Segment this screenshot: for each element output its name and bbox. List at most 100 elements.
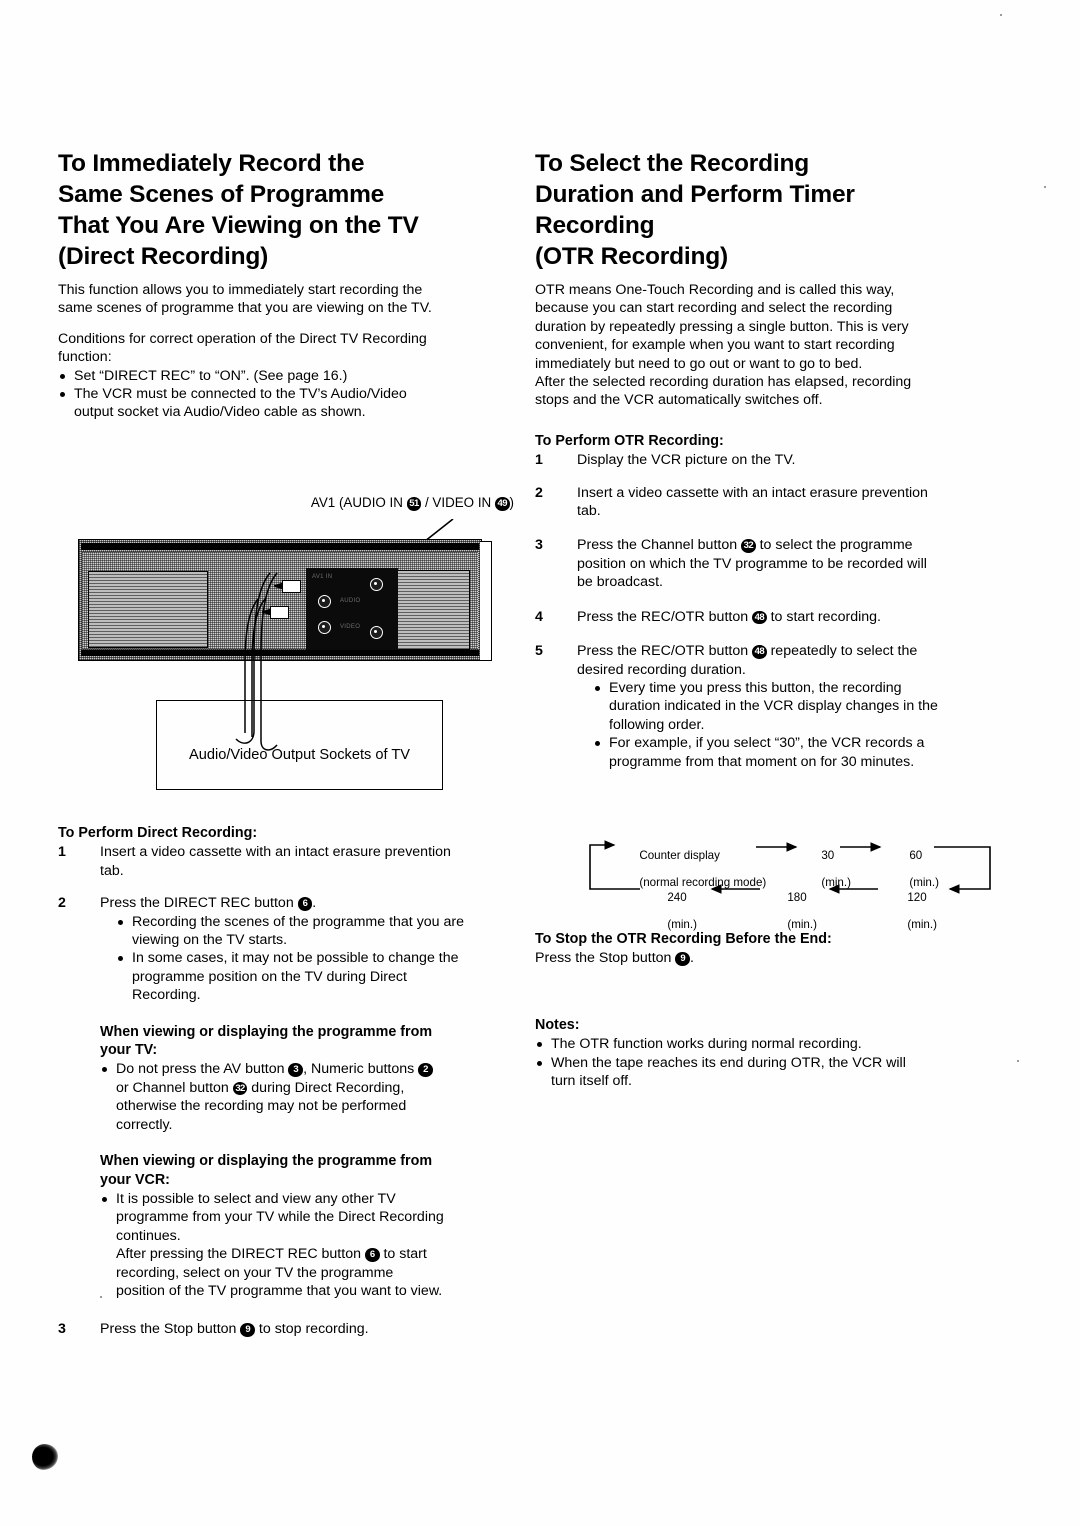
list-item: The OTR function works during normal rec… [535,1035,1007,1053]
title-line: That You Are Viewing on the TV [58,212,419,239]
text-line: When viewing or displaying the programme… [100,1153,433,1170]
list-item: Every time you press this button, the re… [593,679,1007,734]
right-intro-paragraph: OTR means One-Touch Recording and is cal… [535,281,1007,410]
step-number: 3 [535,537,543,554]
text-line: programme from your TV while the Direct … [116,1209,444,1226]
vcr-subsection: When viewing or displaying the programme… [58,1152,518,1300]
step-text-prefix: Press the Channel button [577,537,742,554]
text-line: convenient, for example when you want to… [535,337,895,354]
title-line: (OTR Recording) [535,243,728,270]
text-line: turn itself off. [551,1073,632,1090]
text-line: correctly. [116,1116,173,1133]
procedure-heading: To Perform Direct Recording: [58,825,258,841]
step-number: 2 [58,895,66,912]
reference-number-48: 48 [752,610,767,625]
step-text-prefix: Press the REC/OTR button [577,608,753,625]
text-line: Display the VCR picture on the TV. [577,452,796,469]
node-line-1: 180 [787,891,807,905]
tv-output-sockets-label: Audio/Video Output Sockets of TV [189,747,410,763]
scan-speck [1000,14,1002,16]
text-line: output socket via Audio/Video cable as s… [74,404,366,421]
connection-diagram: AV1 (AUDIO IN 51 / VIDEO IN 49) AV1 IN A… [58,495,520,800]
text-line: When viewing or displaying the programme… [100,1023,433,1040]
text-line: be broadcast. [577,574,663,591]
step-text-prefix: Press the Stop button [100,1321,241,1338]
text-line: duration indicated in the VCR display ch… [609,698,938,715]
notes-list: The OTR function works during normal rec… [535,1035,1007,1090]
node-line-1: 240 [667,891,687,905]
list-item: In some cases, it may not be possible to… [116,949,518,1004]
otr-step-4: 4 Press the REC/OTR button 48 to start r… [535,608,1007,626]
vcr-subsection-heading: When viewing or displaying the programme… [100,1152,518,1189]
step-text-prefix: Press the DIRECT REC button [100,895,298,912]
step-number: 4 [535,608,543,625]
steps-list: 1 Insert a video cassette with an intact… [58,843,518,1004]
node-line-2: (min.) [821,876,851,890]
text-line: continues. [116,1227,181,1244]
left-section-title: To Immediately Record the Same Scenes of… [58,148,518,272]
node-line-1: Counter display [639,849,720,863]
bullet-text-pre: or Channel button [116,1079,233,1096]
scan-speck [1017,1060,1019,1062]
text-line: Insert a video cassette with an intact e… [100,844,451,861]
tv-subsection-heading: When viewing or displaying the programme… [100,1023,518,1060]
node-line-1: 60 [909,849,923,863]
step-3: 3 Press the Stop button 9 to stop record… [58,1320,518,1338]
step-number: 2 [535,484,543,501]
otr-step-5-bullets: Every time you press this button, the re… [577,679,1007,771]
bullet-text-seg2: , Numeric buttons [303,1061,419,1078]
stop-text-prefix: Press the Stop button [535,950,676,967]
step-text-prefix: Press the REC/OTR button [577,643,753,660]
text-line: desired recording duration. [577,661,746,678]
step-text-suffix: to stop recording. [254,1321,369,1338]
step-text-suffix: . [312,895,317,912]
text-line: It is possible to select and view any ot… [116,1190,396,1207]
text-line: following order. [609,716,705,733]
step-number: 5 [535,643,543,660]
step-text-suffix: to select the programme [755,537,913,554]
text-line: position on which the TV programme to be… [577,555,927,572]
title-line: Same Scenes of Programme [58,181,385,208]
stop-otr-instruction: Press the Stop button 9. [535,949,1007,967]
right-section-title: To Select the Recording Duration and Per… [535,148,1007,272]
tv-subsection-bullets: Do not press the AV button 3, Numeric bu… [100,1060,518,1134]
text-line: This function allows you to immediately … [58,282,423,298]
text-line: programme from that moment on for 30 min… [609,753,915,770]
list-item: Do not press the AV button 3, Numeric bu… [100,1060,518,1134]
bullet-text-post: during Direct Recording, [247,1079,405,1096]
list-item: When the tape reaches its end during OTR… [535,1054,1007,1091]
title-line: Recording [535,212,655,239]
scan-ink-blot [32,1444,58,1470]
list-item: Recording the scenes of the programme th… [116,913,518,950]
text-line: tab. [577,503,601,520]
text-line: programme position on the TV during Dire… [132,968,407,985]
text-line: Set “DIRECT REC” to “ON”. (See page 16.) [74,367,348,384]
otr-procedure-heading: To Perform OTR Recording: [535,432,724,449]
node-line-1: 30 [821,849,835,863]
conditions-paragraph: Conditions for correct operation of the … [58,330,518,367]
title-line: (Direct Recording) [58,243,269,270]
bullet-text-pre: After pressing the DIRECT REC button [116,1246,365,1263]
list-item: Set “DIRECT REC” to “ON”. (See page 16.) [58,367,518,385]
otr-step-5: 5 Press the REC/OTR button 48 repeatedly… [535,642,1007,771]
text-line: In some cases, it may not be possible to… [132,950,459,967]
otr-steps-list: 1 Display the VCR picture on the TV. 2 I… [535,451,1007,771]
text-line: because you can start recording and sele… [535,300,893,317]
bullet-text-seg1: Do not press the AV button [116,1061,289,1078]
text-line: position of the TV programme that you wa… [116,1282,443,1299]
text-line: When the tape reaches its end during OTR… [551,1054,906,1071]
text-line: same scenes of programme that you are vi… [58,300,432,317]
reference-number-48: 48 [752,645,767,659]
bullet-text-post: to start [379,1246,427,1263]
tv-subsection: When viewing or displaying the programme… [58,1023,518,1134]
otr-step-1: 1 Display the VCR picture on the TV. [535,451,1007,469]
left-intro-paragraph: This function allows you to immediately … [58,281,518,318]
step-number: 1 [535,452,543,469]
step-1: 1 Insert a video cassette with an intact… [58,843,518,880]
text-line: immediately but need to go out or want t… [535,355,863,372]
text-line: tab. [100,862,124,879]
otr-duration-cycle-diagram: Counter display (normal recording mode) … [578,833,1004,931]
reference-number-32: 32 [741,539,756,554]
stop-otr-heading: To Stop the OTR Recording Before the End… [535,931,832,947]
left-column: To Immediately Record the Same Scenes of… [58,148,518,422]
